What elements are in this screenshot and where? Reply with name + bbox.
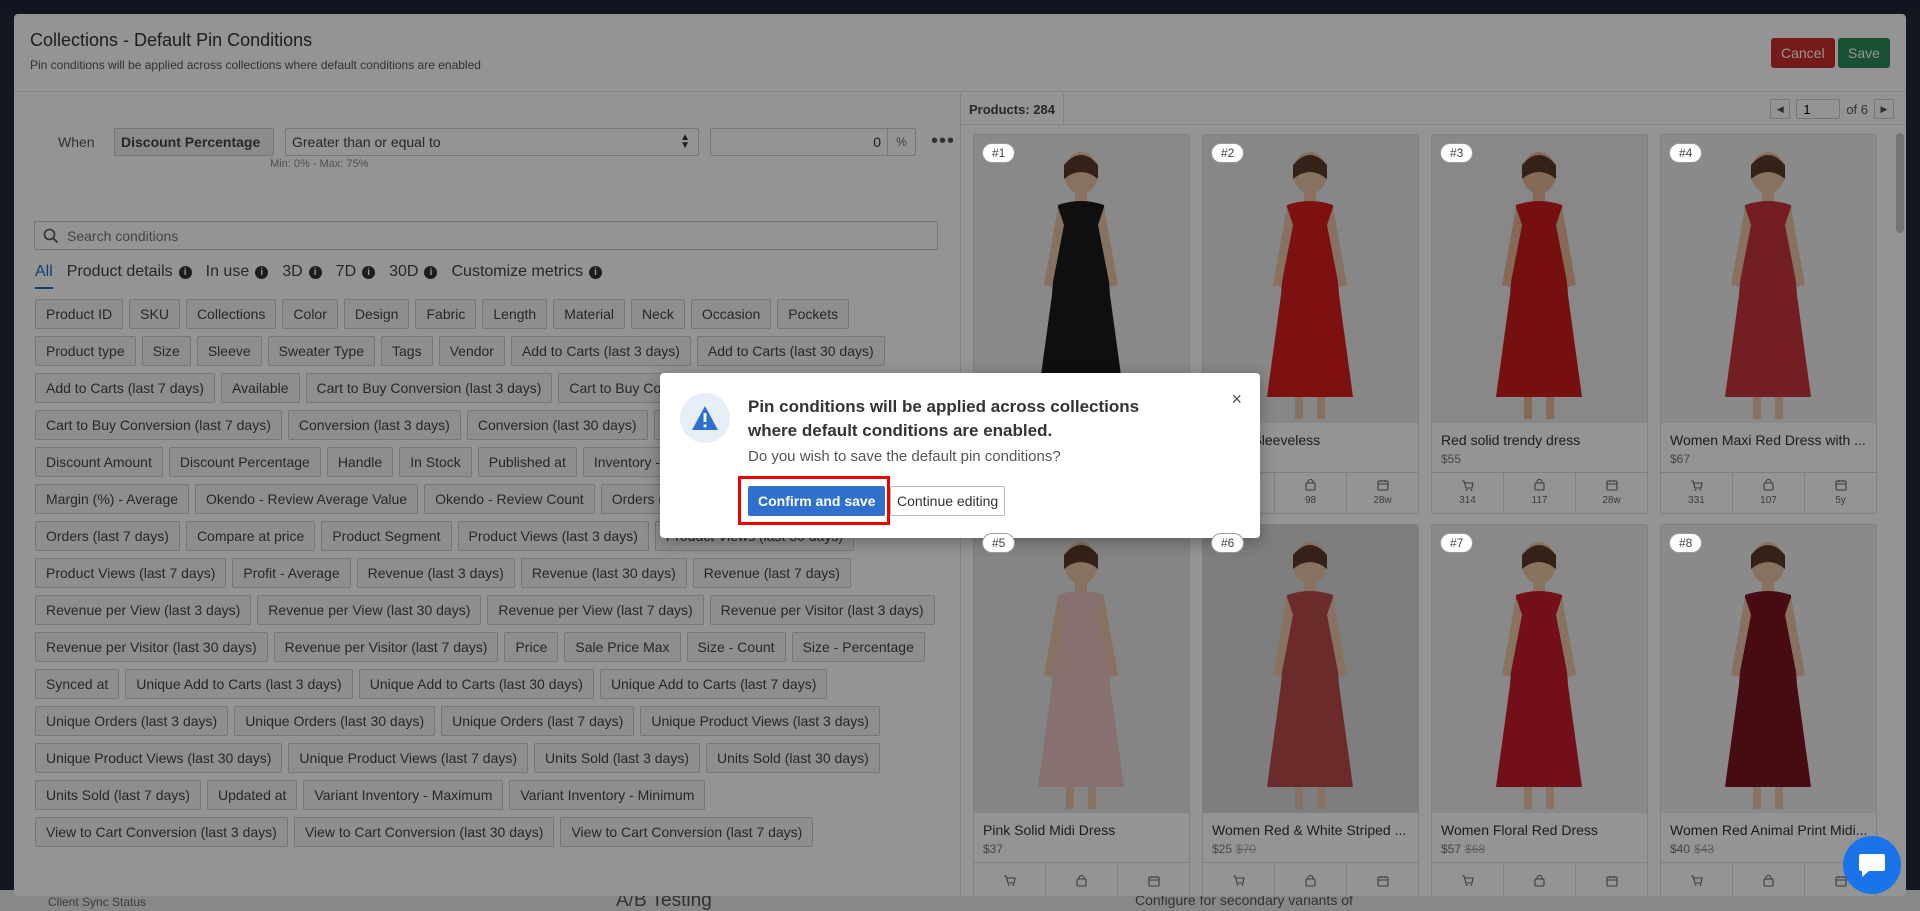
product-position-badge: #8 [1669, 533, 1703, 553]
product-position-badge: #1 [982, 143, 1016, 163]
warning-icon [680, 393, 730, 443]
dialog-title: Pin conditions will be applied across co… [748, 397, 1140, 440]
chat-icon[interactable] [1843, 836, 1901, 894]
product-position-badge: #5 [982, 533, 1016, 553]
product-position-badge: #7 [1440, 533, 1474, 553]
confirm-dialog: Pin conditions will be applied across co… [660, 373, 1260, 538]
confirm-and-save-button[interactable]: Confirm and save [748, 486, 886, 516]
product-position-badge: #2 [1211, 143, 1245, 163]
continue-editing-button[interactable]: Continue editing [890, 486, 1006, 516]
close-icon[interactable]: × [1231, 389, 1242, 410]
dialog-message: Do you wish to save the default pin cond… [748, 448, 1061, 465]
product-position-badge: #3 [1440, 143, 1474, 163]
product-position-badge: #4 [1669, 143, 1703, 163]
product-position-badge: #6 [1211, 533, 1245, 553]
